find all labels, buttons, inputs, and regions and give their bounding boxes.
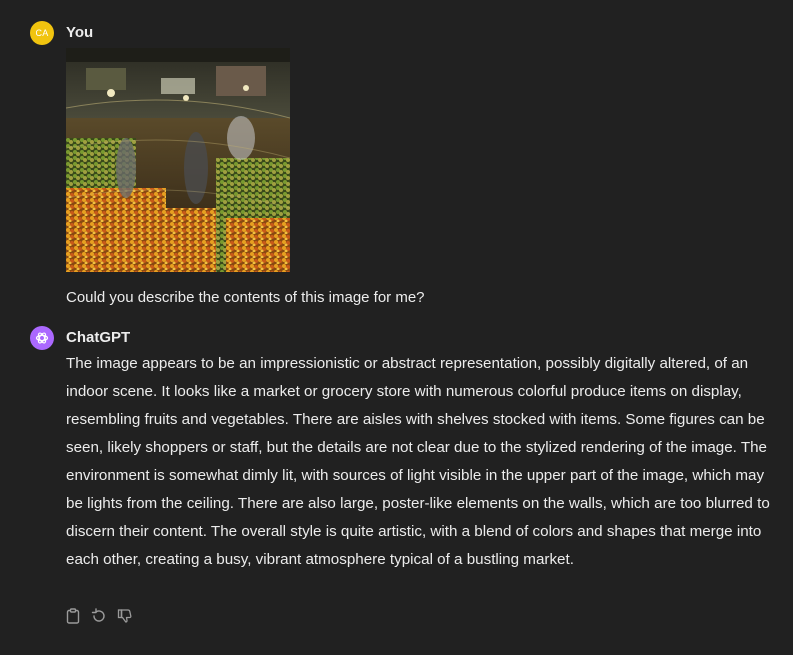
thumbs-down-icon bbox=[117, 609, 132, 623]
copy-button[interactable] bbox=[65, 607, 81, 625]
regenerate-icon bbox=[91, 608, 105, 622]
attached-image[interactable] bbox=[66, 48, 290, 272]
message-actions bbox=[65, 607, 133, 625]
thumbs-down-button[interactable] bbox=[117, 607, 133, 625]
user-avatar-initials: CA bbox=[35, 28, 49, 38]
chat-thread: CA You Could you describe the contents o… bbox=[0, 0, 793, 655]
clipboard-icon bbox=[66, 608, 80, 624]
chatgpt-avatar bbox=[30, 326, 54, 350]
user-avatar: CA bbox=[30, 21, 54, 45]
user-message: Could you describe the contents of this … bbox=[66, 289, 425, 306]
assistant-name: ChatGPT bbox=[66, 329, 131, 346]
openai-logo-icon bbox=[35, 332, 49, 344]
user-name: You bbox=[66, 24, 94, 41]
regenerate-button[interactable] bbox=[91, 607, 107, 625]
market-scene-image bbox=[66, 48, 290, 272]
assistant-message: The image appears to be an impressionist… bbox=[66, 355, 770, 568]
